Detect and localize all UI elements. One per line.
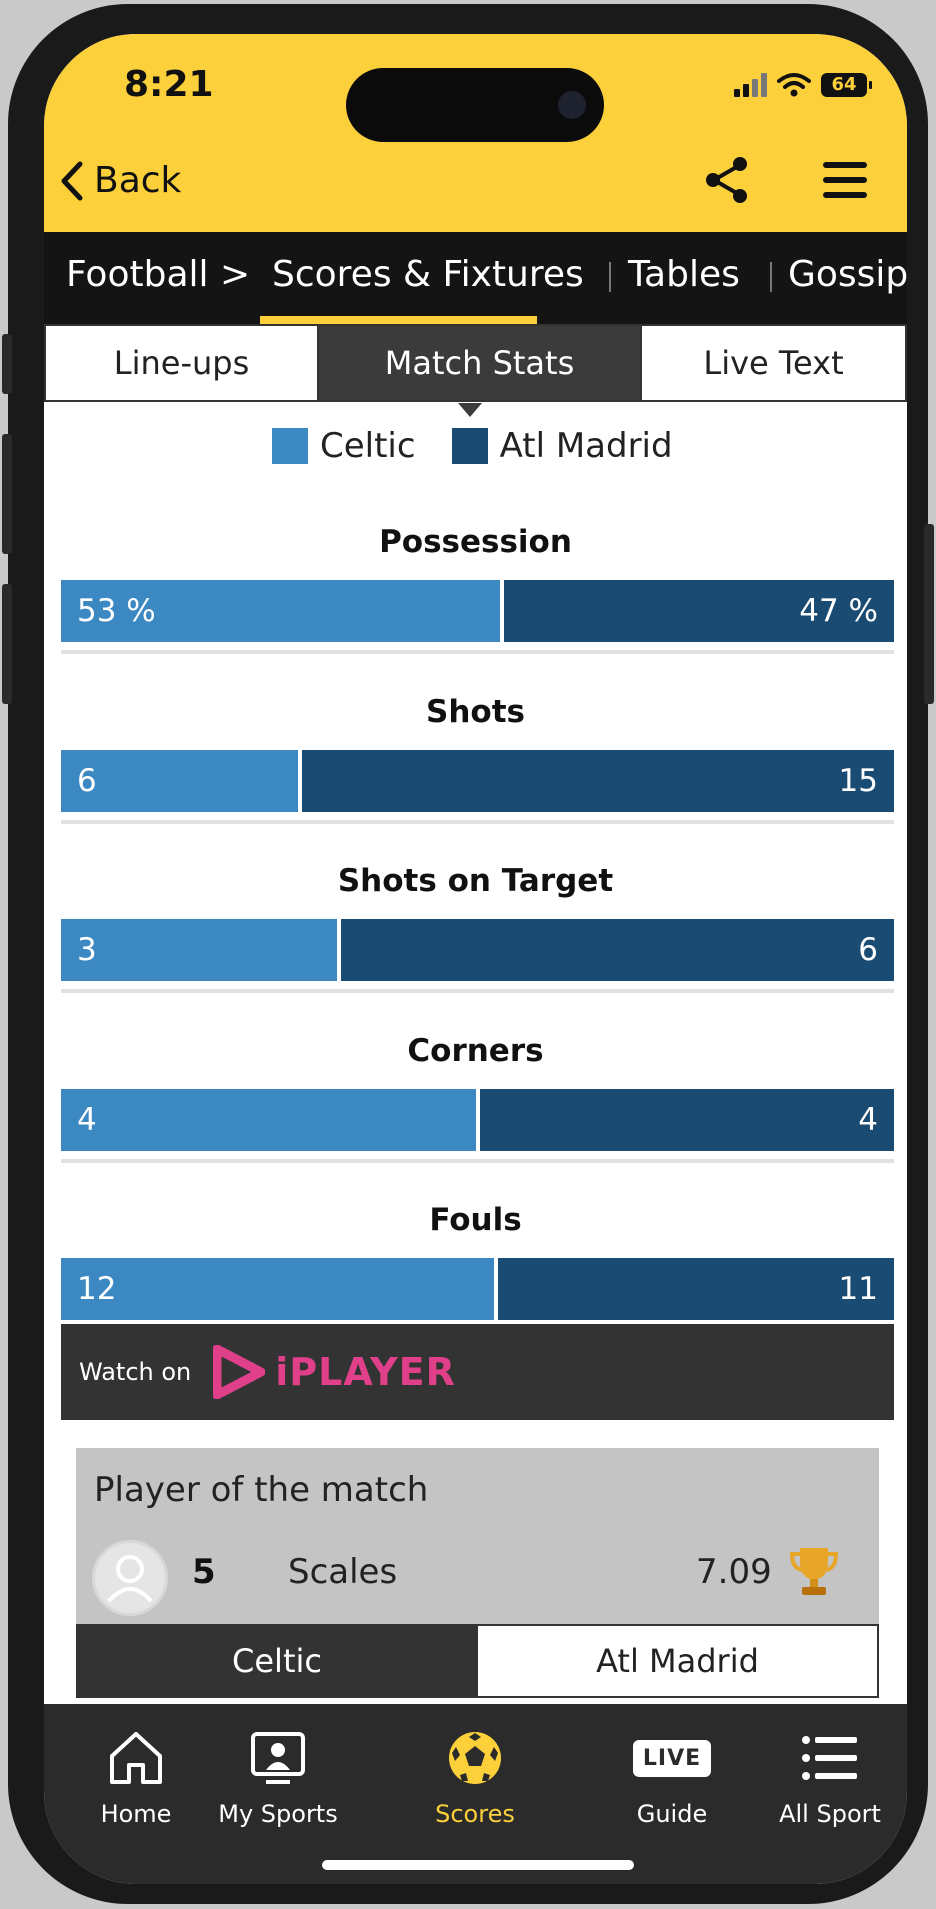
stat-bar-away: 11 [498, 1258, 894, 1320]
iplayer-logo-text: iPLAYER [275, 1350, 456, 1394]
stat-bar: 44 [61, 1088, 894, 1151]
stat-bar-away: 15 [302, 749, 894, 812]
player-rating: 7.09 [696, 1552, 772, 1592]
nav-football[interactable]: Football > [66, 254, 250, 295]
back-button[interactable]: Back [60, 160, 181, 201]
header-bar: 8:21 64 Back [44, 34, 907, 232]
legend-away-label: Atl Madrid [499, 426, 673, 466]
legend-home-label: Celtic [320, 426, 416, 466]
bottom-nav-home-label: Home [100, 1800, 172, 1828]
person-icon [107, 1555, 153, 1603]
player-number: 5 [192, 1552, 216, 1592]
stat-bar-home: 4 [61, 1088, 476, 1151]
stats-legend: Celtic Atl Madrid [272, 426, 673, 466]
legend-swatch-away [451, 428, 488, 464]
player-name: Scales [288, 1552, 398, 1592]
nav-tables[interactable]: Tables [628, 254, 740, 295]
iplayer-banner[interactable]: Watch on iPLAYER [61, 1324, 894, 1420]
section-nav: Football > Scores & Fixtures Tables Goss… [44, 232, 907, 324]
stat-title: Fouls [429, 1202, 522, 1238]
stat-title: Shots [426, 693, 525, 730]
stat-bar-away: 47 % [504, 580, 894, 642]
trophy-icon [789, 1548, 839, 1595]
screen: 8:21 64 Back Football > Scores & Fixture… [44, 34, 907, 1884]
my-sports-icon [251, 1732, 305, 1784]
bottom-nav-scores-label: Scores [435, 1800, 515, 1828]
nav-gossip[interactable]: Gossip [788, 254, 907, 295]
stat-divider [61, 1158, 894, 1163]
stat-title: Corners [407, 1032, 544, 1069]
avatar [92, 1540, 168, 1616]
dynamic-island [346, 68, 604, 142]
tab-match-stats[interactable]: Match Stats [317, 324, 642, 402]
stat-bar-home: 6 [61, 749, 298, 812]
menu-icon[interactable] [822, 160, 868, 200]
home-indicator [322, 1860, 634, 1870]
battery-icon: 64 [821, 73, 872, 97]
active-tab-pointer [458, 403, 482, 417]
bottom-nav-all-sport-label: All Sport [779, 1800, 881, 1828]
legend-swatch-home [272, 428, 308, 464]
stat-bar: 6 15 [61, 749, 894, 812]
volume-up-button [2, 434, 12, 554]
phone-frame: 8:21 64 Back Football > Scores & Fixture… [2, 4, 934, 1904]
bottom-nav-scores[interactable]: Scores [405, 1726, 545, 1828]
status-time: 8:21 [124, 64, 214, 105]
stat-divider [61, 650, 894, 654]
tab-live-text[interactable]: Live Text [640, 324, 907, 402]
bottom-nav: Home My Sports Scores LIVE Guide All Spo… [44, 1704, 907, 1884]
share-icon[interactable] [704, 156, 750, 204]
team-tab-away[interactable]: Atl Madrid [476, 1624, 879, 1698]
nav-active-indicator [260, 316, 537, 324]
bottom-nav-my-sports-label: My Sports [218, 1800, 338, 1828]
status-icons: 64 [734, 70, 872, 100]
stat-bar: 53 % 47 % [61, 580, 894, 642]
football-icon [449, 1732, 501, 1784]
live-badge-icon: LIVE [632, 1739, 712, 1777]
player-of-match-title: Player of the match [94, 1470, 429, 1510]
stat-bar-away: 4 [480, 1088, 894, 1151]
nav-divider [770, 262, 772, 292]
camera-icon [558, 91, 586, 119]
chevron-left-icon [61, 161, 83, 200]
stat-bar-home: 12 [61, 1258, 494, 1320]
stat-title: Shots on Target [337, 863, 614, 899]
bottom-nav-guide[interactable]: LIVE Guide [602, 1726, 742, 1828]
stat-bar-home: 3 [61, 919, 337, 981]
team-tab-home[interactable]: Celtic [76, 1624, 478, 1698]
back-label: Back [94, 160, 182, 201]
nav-divider [609, 262, 611, 292]
stat-bar-away: 6 [341, 919, 894, 981]
stat-divider [61, 819, 894, 824]
bottom-nav-my-sports[interactable]: My Sports [208, 1726, 348, 1828]
team-tabs: Celtic Atl Madrid [76, 1624, 879, 1698]
stat-bar: 36 [61, 919, 894, 981]
signal-icon [734, 73, 767, 97]
player-of-match-card: Player of the match 5 Scales 7.09 [76, 1448, 879, 1624]
bottom-nav-all-sport[interactable]: All Sport [760, 1726, 900, 1828]
action-button [2, 334, 12, 394]
watch-on-label: Watch on [79, 1358, 192, 1386]
bottom-nav-guide-label: Guide [636, 1800, 708, 1828]
tab-lineups[interactable]: Line-ups [44, 324, 319, 402]
list-icon [802, 1736, 857, 1780]
bottom-nav-home[interactable]: Home [66, 1726, 206, 1828]
iplayer-play-icon [213, 1345, 266, 1399]
home-icon [110, 1732, 162, 1784]
stat-bar: 12 11 [61, 1258, 894, 1320]
power-button [924, 524, 934, 704]
stat-bar-home: 53 % [61, 580, 500, 642]
volume-down-button [2, 584, 12, 704]
stat-divider [61, 989, 894, 993]
nav-scores-fixtures[interactable]: Scores & Fixtures [272, 254, 584, 295]
stat-title: Possession [379, 524, 572, 560]
match-tabs: Line-ups Match Stats Live Text [44, 324, 907, 404]
wifi-icon [777, 73, 811, 97]
